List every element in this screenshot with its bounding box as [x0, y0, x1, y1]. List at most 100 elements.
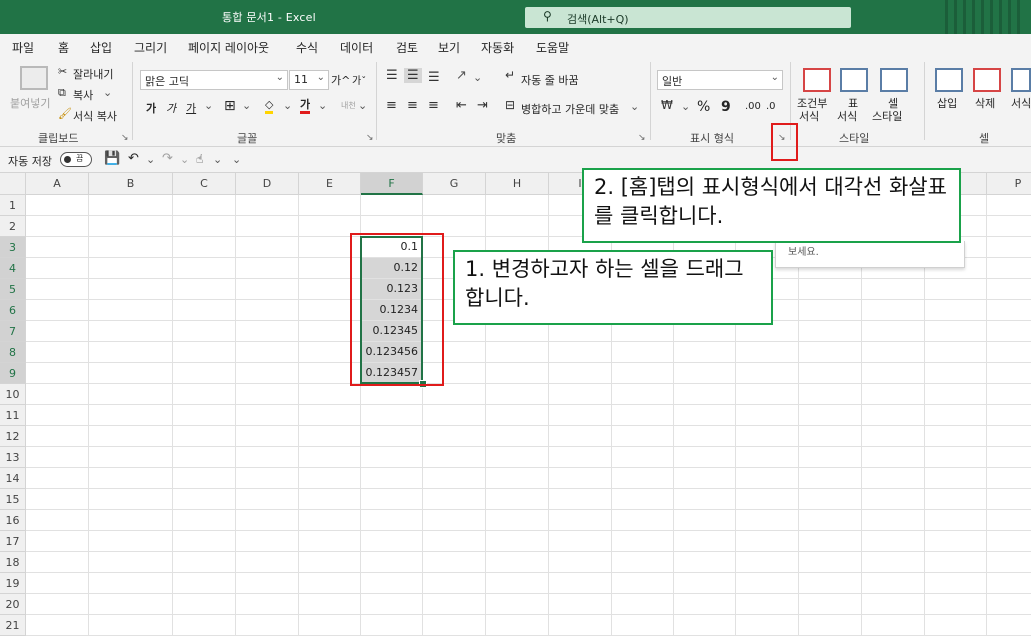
underline-button[interactable]: 가 [186, 100, 196, 116]
fill-color-icon[interactable]: ◇ [265, 99, 274, 114]
row-header-2[interactable]: 2 [0, 216, 26, 237]
insert-label[interactable]: 삽입 [937, 95, 957, 111]
redo-icon[interactable]: ↷ [162, 151, 173, 166]
merge-label[interactable]: 병합하고 가운데 맞춤 [521, 101, 619, 117]
row-header-21[interactable]: 21 [0, 615, 26, 636]
percent-button[interactable]: % [697, 99, 710, 115]
underline-dropdown-icon[interactable]: ⌄ [204, 99, 213, 112]
select-all-corner[interactable] [0, 173, 26, 195]
bold-button[interactable]: 가 [146, 100, 156, 116]
align-bottom-icon[interactable]: ☰ [428, 70, 440, 85]
delete-cells-icon[interactable] [973, 68, 1001, 92]
phonetic-button[interactable]: 내천 [341, 100, 356, 111]
alignment-launcher-icon[interactable]: ↘ [638, 133, 646, 143]
row-header-18[interactable]: 18 [0, 552, 26, 573]
row-header-10[interactable]: 10 [0, 384, 26, 405]
clipboard-launcher-icon[interactable]: ↘ [121, 133, 129, 143]
wrap-text-icon[interactable]: ↵ [505, 68, 515, 82]
cut-label[interactable]: 잘라내기 [73, 66, 113, 82]
row-header-4[interactable]: 4 [0, 258, 26, 279]
align-center-icon[interactable]: ≡ [407, 98, 418, 113]
align-middle-icon[interactable]: ☰ [404, 68, 422, 83]
column-header-a[interactable]: A [26, 173, 89, 195]
row-header-6[interactable]: 6 [0, 300, 26, 321]
row-header-5[interactable]: 5 [0, 279, 26, 300]
delete-label[interactable]: 삭제 [975, 95, 995, 111]
format-as-table-icon[interactable] [840, 68, 868, 92]
tab-file[interactable]: 파일 [12, 39, 34, 56]
tab-automate[interactable]: 자동화 [481, 39, 514, 56]
column-header-f[interactable]: F [361, 173, 423, 195]
column-header-b[interactable]: B [89, 173, 173, 195]
format-cells-icon[interactable] [1011, 68, 1031, 92]
insert-cells-icon[interactable] [935, 68, 963, 92]
row-header-3[interactable]: 3 [0, 237, 26, 258]
font-name-select[interactable]: 맑은 고딕 ⌄ [140, 70, 288, 90]
fill-dropdown-icon[interactable]: ⌄ [283, 99, 292, 112]
tab-view[interactable]: 보기 [438, 39, 460, 56]
decrease-decimal-button[interactable]: .0 [766, 101, 776, 112]
grow-font-button[interactable]: 가^ [331, 72, 350, 88]
orientation-dropdown-icon[interactable]: ⌄ [473, 71, 482, 84]
align-left-icon[interactable]: ≡ [386, 98, 397, 113]
undo-icon[interactable]: ↶ [128, 151, 139, 166]
italic-button[interactable]: 가 [166, 100, 176, 116]
row-header-1[interactable]: 1 [0, 195, 26, 216]
currency-dropdown-icon[interactable]: ⌄ [681, 100, 690, 113]
orientation-icon[interactable]: ↗ [456, 68, 467, 83]
row-header-7[interactable]: 7 [0, 321, 26, 342]
row-header-11[interactable]: 11 [0, 405, 26, 426]
number-format-select[interactable]: 일반 ⌄ [657, 70, 783, 90]
paste-icon[interactable] [20, 66, 48, 90]
conditional-label-2[interactable]: 서식 [799, 108, 819, 124]
align-top-icon[interactable]: ☰ [386, 68, 398, 83]
row-header-14[interactable]: 14 [0, 468, 26, 489]
cell-styles-icon[interactable] [880, 68, 908, 92]
font-color-button[interactable]: 가 [300, 98, 311, 114]
cut-icon[interactable]: ✂ [58, 65, 67, 78]
format-label[interactable]: 서식 [1011, 95, 1031, 111]
merge-icon[interactable]: ⊟ [505, 98, 515, 112]
wrap-text-label[interactable]: 자동 줄 바꿈 [521, 72, 579, 88]
font-color-dropdown-icon[interactable]: ⌄ [318, 99, 327, 112]
increase-decimal-button[interactable]: .00 [745, 101, 761, 112]
column-header-d[interactable]: D [236, 173, 299, 195]
row-header-13[interactable]: 13 [0, 447, 26, 468]
align-right-icon[interactable]: ≡ [428, 98, 439, 113]
border-dropdown-icon[interactable]: ⌄ [242, 99, 251, 112]
row-header-12[interactable]: 12 [0, 426, 26, 447]
tab-review[interactable]: 검토 [396, 39, 418, 56]
column-header-g[interactable]: G [423, 173, 486, 195]
tab-data[interactable]: 데이터 [340, 39, 373, 56]
tab-insert[interactable]: 삽입 [90, 39, 112, 56]
decrease-indent-icon[interactable]: ⇤ [456, 98, 467, 113]
tab-help[interactable]: 도움말 [536, 39, 569, 56]
save-icon[interactable]: 💾 [104, 151, 120, 166]
row-header-8[interactable]: 8 [0, 342, 26, 363]
font-size-select[interactable]: 11 ⌄ [289, 70, 329, 90]
shrink-font-button[interactable]: 가ˇ [352, 72, 366, 87]
currency-icon[interactable]: ₩ [661, 98, 673, 112]
table-label-2[interactable]: 서식 [837, 108, 857, 124]
cell-styles-label-2[interactable]: 스타일 [872, 108, 902, 124]
tab-home[interactable]: 홈 [55, 39, 72, 61]
autosave-toggle[interactable]: 끔 [60, 152, 92, 167]
row-header-9[interactable]: 9 [0, 363, 26, 384]
copy-dropdown-icon[interactable]: ⌄ [103, 86, 112, 99]
tab-draw[interactable]: 그리기 [134, 39, 167, 56]
format-painter-icon[interactable]: 🖌 [58, 107, 72, 120]
conditional-formatting-icon[interactable] [803, 68, 831, 92]
touch-dropdown-icon[interactable]: ⌄ [213, 153, 222, 166]
column-header-h[interactable]: H [486, 173, 549, 195]
touch-mode-icon[interactable]: ☝ [196, 152, 203, 166]
redo-dropdown-icon[interactable]: ⌄ [180, 153, 189, 166]
customize-qat-icon[interactable]: ⌄ [232, 153, 241, 166]
increase-indent-icon[interactable]: ⇥ [477, 98, 488, 113]
font-launcher-icon[interactable]: ↘ [366, 133, 374, 143]
comma-button[interactable]: 9 [721, 99, 731, 115]
row-header-15[interactable]: 15 [0, 489, 26, 510]
paste-label[interactable]: 붙여넣기 [10, 95, 50, 111]
column-header-p[interactable]: P [987, 173, 1031, 195]
tab-page-layout[interactable]: 페이지 레이아웃 [188, 39, 269, 56]
copy-label[interactable]: 복사 [73, 87, 93, 103]
